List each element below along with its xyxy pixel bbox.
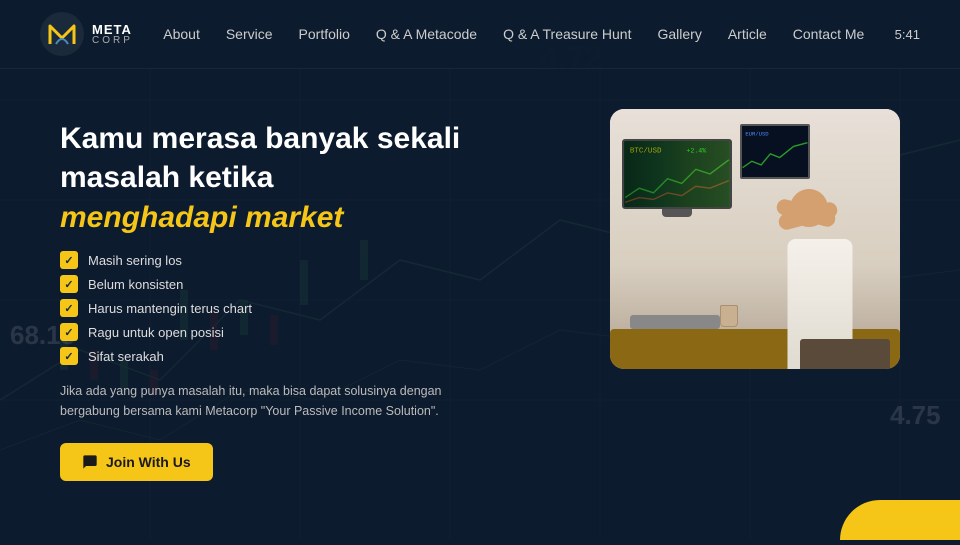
- checklist-label-1: Masih sering los: [88, 253, 182, 268]
- nav-about[interactable]: About: [163, 26, 200, 42]
- logo-text: META CORP: [92, 23, 133, 46]
- checklist-item-2: Belum konsisten: [60, 275, 570, 293]
- hero-description: Jika ada yang punya masalah itu, maka bi…: [60, 381, 490, 421]
- hero-image-sim: BTC/USD +2.4%: [610, 109, 900, 369]
- coffee-cup: [720, 305, 738, 327]
- check-icon-1: [60, 251, 78, 269]
- svg-text:+2.4%: +2.4%: [686, 147, 706, 154]
- join-button-label: Join With Us: [106, 454, 191, 470]
- second-chart: EUR/USD: [742, 126, 808, 177]
- check-icon-3: [60, 299, 78, 317]
- check-icon-4: [60, 323, 78, 341]
- nav-article[interactable]: Article: [728, 26, 767, 42]
- checklist-item-1: Masih sering los: [60, 251, 570, 269]
- metacorp-logo-icon: [40, 12, 84, 56]
- nav-service[interactable]: Service: [226, 26, 273, 42]
- navbar: META CORP About Service Portfolio Q & A …: [0, 0, 960, 69]
- hero-image: BTC/USD +2.4%: [610, 109, 900, 369]
- checklist-item-3: Harus mantengin terus chart: [60, 299, 570, 317]
- check-icon-2: [60, 275, 78, 293]
- check-icon-5: [60, 347, 78, 365]
- nav-gallery[interactable]: Gallery: [657, 26, 701, 42]
- nav-contact[interactable]: Contact Me: [793, 26, 865, 42]
- hero-title-line2: masalah ketika: [60, 161, 273, 194]
- chair: [800, 339, 890, 369]
- monitor-screen: BTC/USD +2.4%: [622, 139, 732, 209]
- checklist-label-4: Ragu untuk open posisi: [88, 325, 224, 340]
- nav-links: About Service Portfolio Q & A Metacode Q…: [163, 26, 864, 42]
- hero-accent: menghadapi market: [60, 201, 570, 235]
- monitor-stand: [662, 209, 692, 217]
- nav-portfolio[interactable]: Portfolio: [299, 26, 350, 42]
- checklist-item-4: Ragu untuk open posisi: [60, 323, 570, 341]
- checklist-label-3: Harus mantengin terus chart: [88, 301, 252, 316]
- keyboard: [630, 315, 720, 329]
- hero-title: Kamu merasa banyak sekali masalah ketika: [60, 119, 570, 197]
- monitor: BTC/USD +2.4%: [622, 139, 732, 219]
- checklist-label-2: Belum konsisten: [88, 277, 183, 292]
- checklist: Masih sering los Belum konsisten Harus m…: [60, 251, 570, 365]
- svg-text:BTC/USD: BTC/USD: [630, 147, 662, 155]
- checklist-label-5: Sifat serakah: [88, 349, 164, 364]
- chart-display: BTC/USD +2.4%: [624, 141, 730, 207]
- nav-qa-treasure[interactable]: Q & A Treasure Hunt: [503, 26, 631, 42]
- nav-time: 5:41: [895, 27, 920, 42]
- bottom-gold-accent: [840, 500, 960, 540]
- hero-image-area: BTC/USD +2.4%: [610, 109, 900, 369]
- logo-corp: CORP: [92, 36, 133, 46]
- second-monitor: EUR/USD: [740, 124, 810, 179]
- chat-icon: [82, 454, 98, 470]
- hero-title-line1: Kamu merasa banyak sekali: [60, 122, 460, 155]
- join-button[interactable]: Join With Us: [60, 443, 213, 481]
- svg-text:EUR/USD: EUR/USD: [745, 130, 769, 137]
- nav-qa-metacode[interactable]: Q & A Metacode: [376, 26, 477, 42]
- checklist-item-5: Sifat serakah: [60, 347, 570, 365]
- hero-section: Kamu merasa banyak sekali masalah ketika…: [0, 69, 960, 541]
- hero-content: Kamu merasa banyak sekali masalah ketika…: [60, 109, 570, 481]
- logo-meta: META: [92, 23, 133, 36]
- logo: META CORP: [40, 12, 133, 56]
